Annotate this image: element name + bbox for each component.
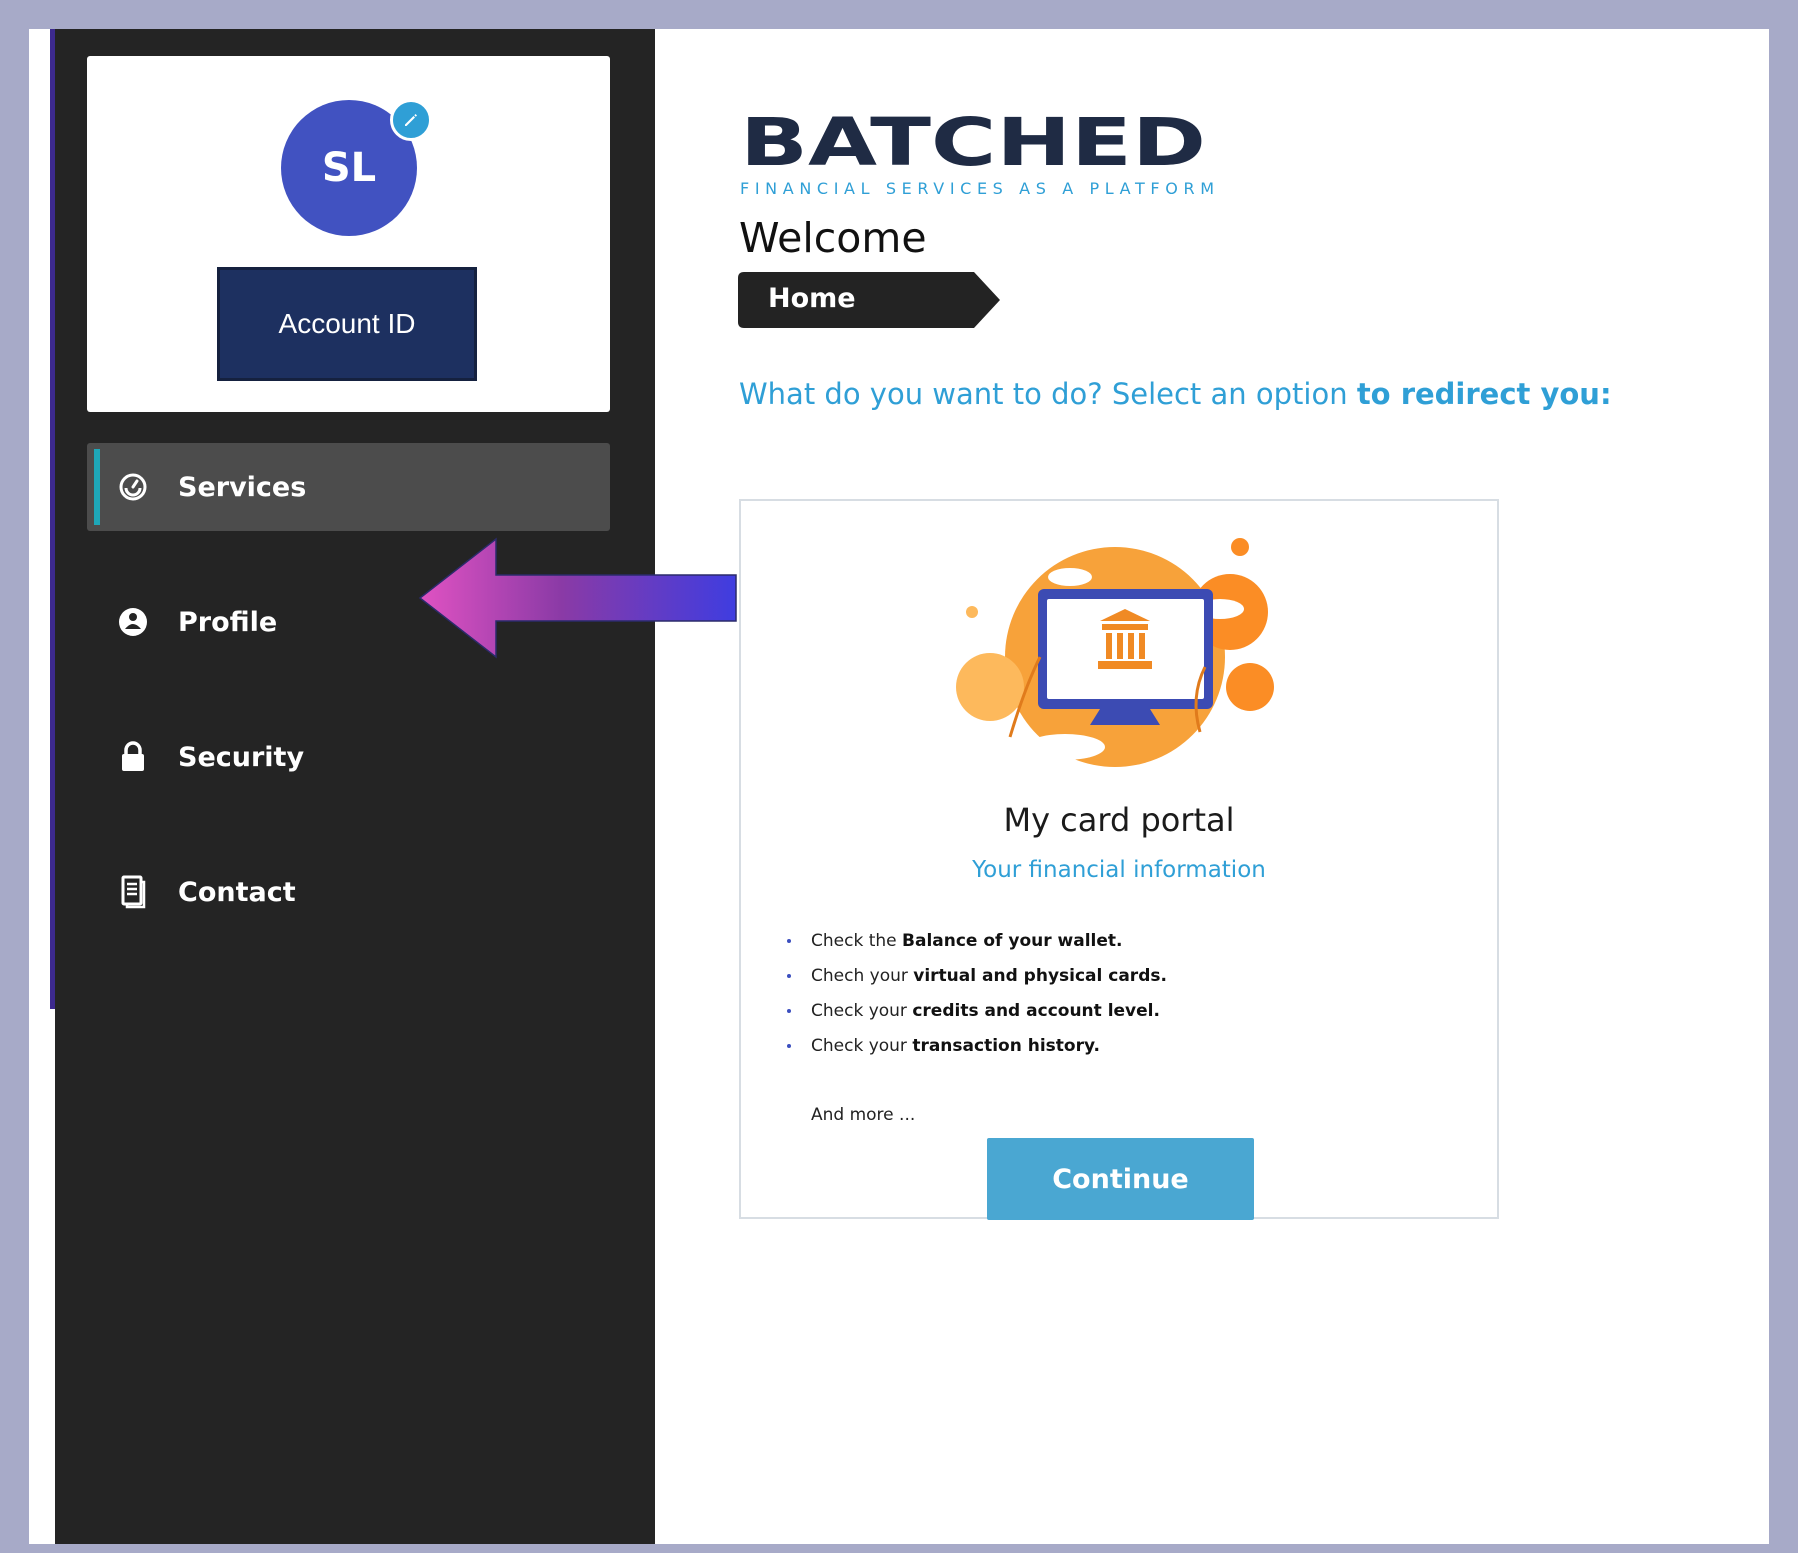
edit-avatar-button[interactable] — [390, 99, 432, 141]
list-item: Chech your virtual and physical cards. — [787, 958, 1447, 993]
feature-text: Check your — [811, 1000, 913, 1021]
active-indicator — [94, 449, 100, 525]
batched-logo: BATCHED FINANCIAL SERVICES AS A PLATFORM — [740, 104, 1214, 198]
sidebar: SL Account ID Services Profile Security … — [55, 29, 655, 1544]
feature-text: Check the — [811, 930, 903, 951]
and-more-text: And more ... — [811, 1105, 916, 1125]
window-edge — [50, 29, 55, 1009]
sidebar-item-security[interactable]: Security — [87, 713, 610, 801]
page-title: Welcome — [739, 214, 927, 262]
bank-computer-illustration — [956, 538, 1274, 767]
sidebar-item-services[interactable]: Services — [87, 443, 610, 531]
instruction-bold: to redirect you: — [1356, 377, 1612, 411]
list-item: Check your credits and account level. — [787, 993, 1447, 1028]
feature-emphasis: Balance of your wallet. — [902, 930, 1123, 951]
card-title: My card portal — [1003, 801, 1235, 839]
profile-card: SL Account ID — [87, 56, 610, 412]
breadcrumb-home[interactable]: Home — [768, 283, 856, 314]
brand-tagline: FINANCIAL SERVICES AS A PLATFORM — [740, 179, 1214, 198]
feature-emphasis: virtual and physical cards. — [913, 965, 1167, 986]
bullet — [787, 1009, 791, 1013]
feature-text: Check your — [811, 1035, 913, 1056]
list-item: Check the Balance of your wallet. — [787, 923, 1447, 958]
continue-button[interactable]: Continue — [987, 1138, 1254, 1220]
bullet — [787, 939, 791, 943]
app-window: SL Account ID Services Profile Security … — [29, 29, 1769, 1544]
instruction-text: What do you want to do? Select an option… — [739, 377, 1612, 411]
sidebar-item-label: Services — [178, 471, 307, 503]
feature-emphasis: transaction history. — [912, 1035, 1100, 1056]
bullet — [787, 974, 791, 978]
account-id-button[interactable]: Account ID — [217, 267, 477, 381]
user-circle-icon — [119, 608, 147, 636]
card-subtitle: Your financial information — [972, 857, 1266, 883]
feature-emphasis: credits and account level. — [912, 1000, 1160, 1021]
bullet — [787, 1044, 791, 1048]
card-portal-option[interactable]: My card portal Your financial informatio… — [739, 499, 1499, 1220]
annotation-arrow-icon — [418, 537, 737, 659]
sidebar-item-label: Security — [178, 741, 305, 773]
feature-text: Chech your — [811, 965, 914, 986]
gauge-icon — [119, 473, 147, 501]
lock-icon — [122, 741, 144, 771]
list-item: Check your transaction history. — [787, 1028, 1447, 1063]
pencil-icon — [405, 114, 417, 126]
sidebar-item-label: Profile — [178, 606, 278, 638]
sidebar-item-label: Contact — [178, 876, 296, 908]
instruction-plain: What do you want to do? Select an option — [739, 377, 1357, 411]
feature-list: Check the Balance of your wallet. Chech … — [787, 923, 1447, 1063]
document-icon — [121, 875, 146, 909]
brand-name: BATCHED — [740, 104, 1206, 181]
sidebar-item-contact[interactable]: Contact — [87, 848, 610, 936]
